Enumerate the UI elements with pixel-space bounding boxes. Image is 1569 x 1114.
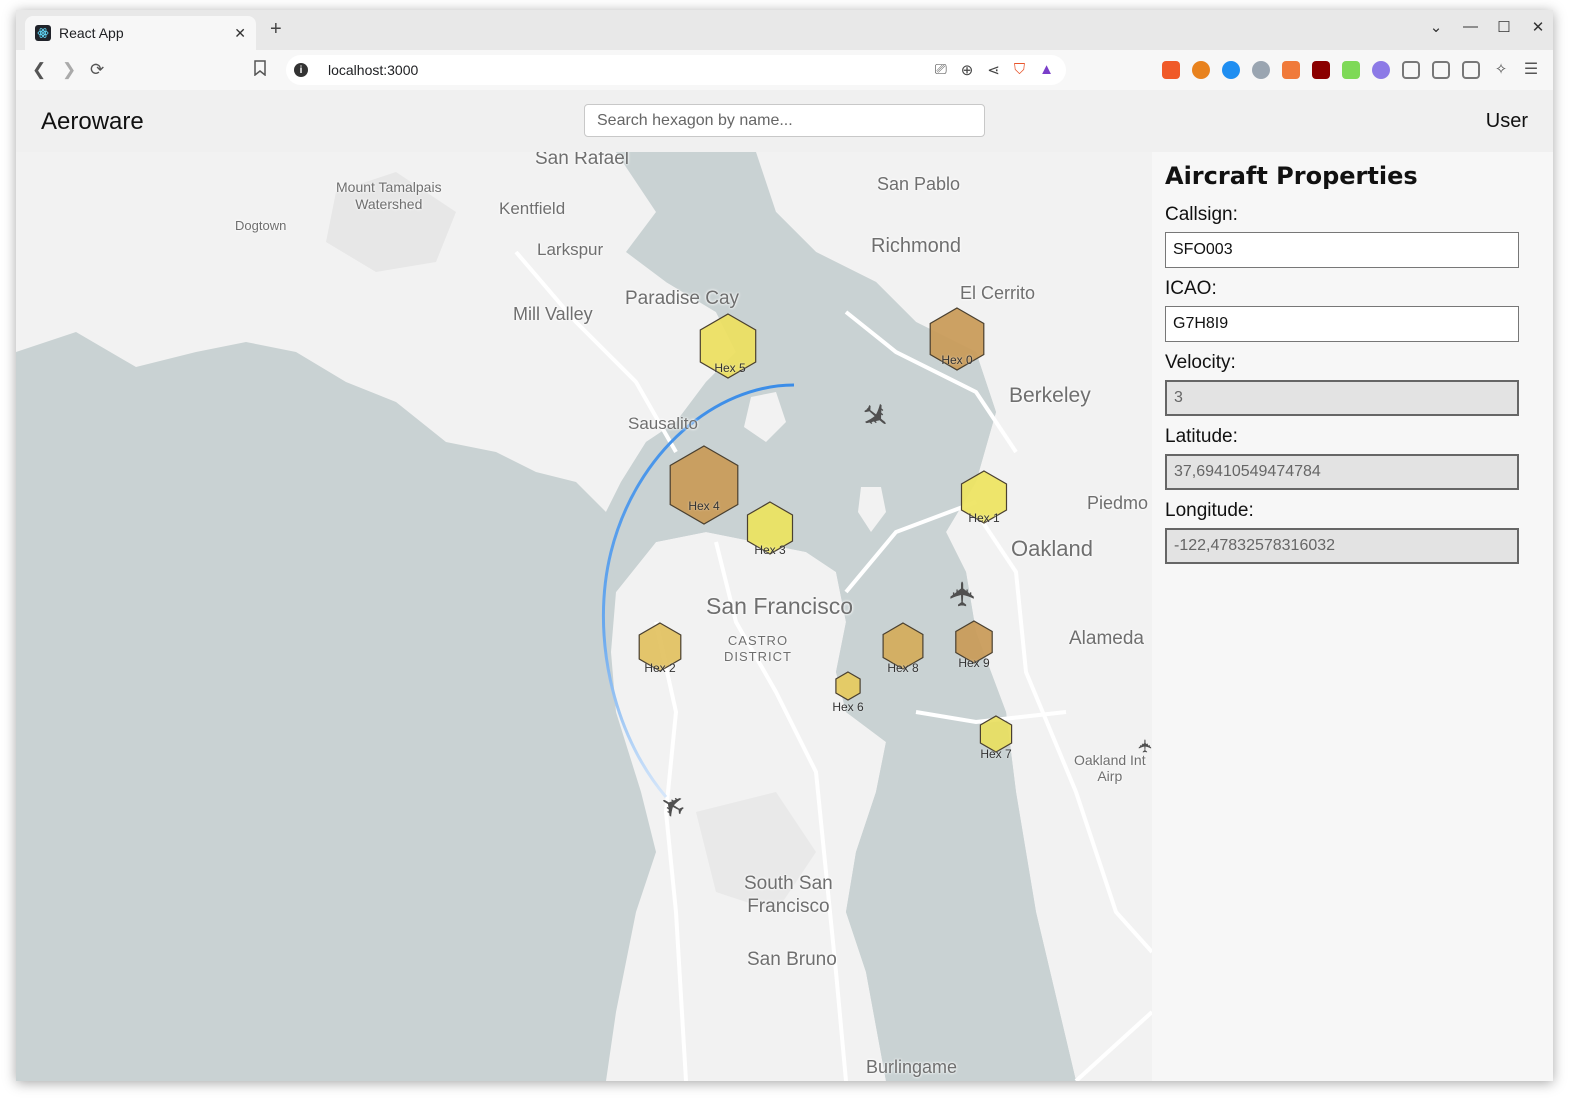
zoom-icon[interactable]: ⊕ [961, 61, 974, 79]
hexagon-label: Hex 2 [644, 661, 676, 675]
place-label: Alameda [1069, 628, 1144, 649]
browser-window: React App ✕ + ⌄ — ☐ ✕ ❮ ❯ ⟳ i localhost:… [16, 10, 1553, 1081]
place-label: Larkspur [537, 240, 604, 259]
leo-ai-icon[interactable]: ✧ [1492, 61, 1510, 79]
place-label: Burlingame [866, 1057, 958, 1077]
back-icon[interactable]: ❮ [32, 60, 46, 80]
share-icon[interactable]: ⋖ [987, 61, 1000, 79]
place-label: Mount Tamalpais Watershed [336, 179, 442, 212]
place-label: San Bruno [747, 949, 837, 970]
brand-logo[interactable]: Aeroware [41, 108, 144, 136]
reload-icon[interactable]: ⟳ [90, 60, 104, 80]
extensions-bar: ✧ ☰ [1162, 61, 1540, 79]
brave-shield-icon[interactable]: ⛉ [1014, 61, 1025, 79]
extension-7-icon[interactable] [1342, 61, 1360, 79]
place-label: Paradise Cay [625, 288, 740, 309]
tab-strip: React App ✕ + ⌄ — ☐ ✕ [16, 10, 1553, 50]
hexagon-label: Hex 1 [968, 511, 1000, 525]
window-controls: ⌄ — ☐ ✕ [1429, 18, 1545, 36]
new-tab-button[interactable]: + [270, 18, 282, 41]
place-label: South San Francisco [744, 873, 833, 917]
url-text: localhost:3000 [328, 62, 419, 78]
forward-icon[interactable]: ❯ [62, 60, 76, 80]
brave-rewards-icon[interactable]: ▲ [1039, 61, 1054, 79]
hexagon-label: Hex 0 [941, 353, 973, 367]
place-label: San Francisco [706, 593, 854, 619]
sidebar-icon[interactable] [1432, 61, 1450, 79]
aircraft-icon[interactable]: ✈ [944, 580, 982, 609]
hexagon-label: Hex 4 [688, 499, 720, 513]
address-bar[interactable]: i localhost:3000 ⎚ ⊕ ⋖ ⛉ ▲ [286, 55, 1066, 85]
hexagon-search-input[interactable] [584, 104, 985, 137]
latitude-label: Latitude: [1165, 426, 1238, 447]
place-label: Berkeley [1009, 384, 1091, 407]
tab-search-icon[interactable]: ⌄ [1429, 18, 1443, 36]
browser-tab[interactable]: React App ✕ [25, 16, 256, 50]
browser-toolbar: ❮ ❯ ⟳ i localhost:3000 ⎚ ⊕ ⋖ ⛉ ▲ ✧ ☰ [16, 50, 1553, 90]
callsign-field[interactable] [1165, 232, 1519, 268]
place-label: Oakland Int Airp [1074, 752, 1146, 784]
latitude-field [1165, 454, 1519, 490]
callsign-label: Callsign: [1165, 204, 1238, 225]
place-label: Richmond [871, 235, 962, 257]
ublock-icon[interactable] [1312, 61, 1330, 79]
user-menu[interactable]: User [1486, 110, 1528, 133]
icao-field[interactable] [1165, 306, 1519, 342]
tab-title: React App [59, 25, 124, 41]
hexagon-label: Hex 6 [832, 700, 864, 714]
place-label: San Rafael [535, 152, 630, 169]
hexagon-label: Hex 8 [887, 661, 919, 675]
menu-icon[interactable]: ☰ [1522, 61, 1540, 79]
place-label: CASTRO DISTRICT [724, 633, 792, 664]
longitude-label: Longitude: [1165, 500, 1254, 521]
place-label: Kentfield [499, 199, 566, 218]
extensions-puzzle-icon[interactable] [1402, 61, 1420, 79]
hexagon-label: Hex 9 [958, 656, 990, 670]
place-label: Piedmo [1087, 493, 1149, 513]
bookmark-icon[interactable] [254, 60, 266, 81]
velocity-label: Velocity: [1165, 352, 1236, 373]
extension-4-icon[interactable] [1252, 61, 1270, 79]
longitude-field [1165, 528, 1519, 564]
place-label: Dogtown [235, 218, 287, 233]
extension-1-icon[interactable] [1162, 61, 1180, 79]
place-label: Sausalito [628, 414, 698, 433]
hexagon-label: Hex 3 [754, 543, 786, 557]
place-label: Mill Valley [513, 304, 593, 324]
close-window-icon[interactable]: ✕ [1531, 18, 1545, 36]
icao-label: ICAO: [1165, 278, 1217, 299]
app-header: Aeroware User [16, 90, 1553, 152]
extension-5-icon[interactable] [1282, 61, 1300, 79]
install-app-icon[interactable]: ⎚ [935, 61, 947, 79]
place-label: Oakland [1011, 536, 1093, 561]
react-favicon-icon [35, 25, 51, 41]
tab-close-icon[interactable]: ✕ [234, 25, 246, 42]
wallet-icon[interactable] [1462, 61, 1480, 79]
extension-8-icon[interactable] [1372, 61, 1390, 79]
place-label: El Cerrito [960, 283, 1036, 303]
panel-title: Aircraft Properties [1165, 162, 1418, 190]
extension-3-icon[interactable] [1222, 61, 1240, 79]
hexagon-label: Hex 7 [980, 747, 1012, 761]
aircraft-properties-panel: Aircraft Properties Callsign: ICAO: Velo… [1152, 152, 1553, 1081]
airport-icon: ✈ [1136, 738, 1152, 753]
minimize-icon[interactable]: — [1463, 18, 1478, 36]
address-bar-actions: ⎚ ⊕ ⋖ ⛉ ▲ [935, 61, 1054, 79]
map-canvas[interactable]: San Rafael San Pablo Mount Tamalpais Wat… [16, 152, 1152, 1081]
hexagon-label: Hex 5 [714, 361, 746, 375]
metamask-icon[interactable] [1192, 61, 1210, 79]
maximize-icon[interactable]: ☐ [1497, 18, 1511, 36]
place-label: San Pablo [877, 174, 961, 194]
site-info-icon[interactable]: i [294, 63, 308, 77]
velocity-field [1165, 380, 1519, 416]
